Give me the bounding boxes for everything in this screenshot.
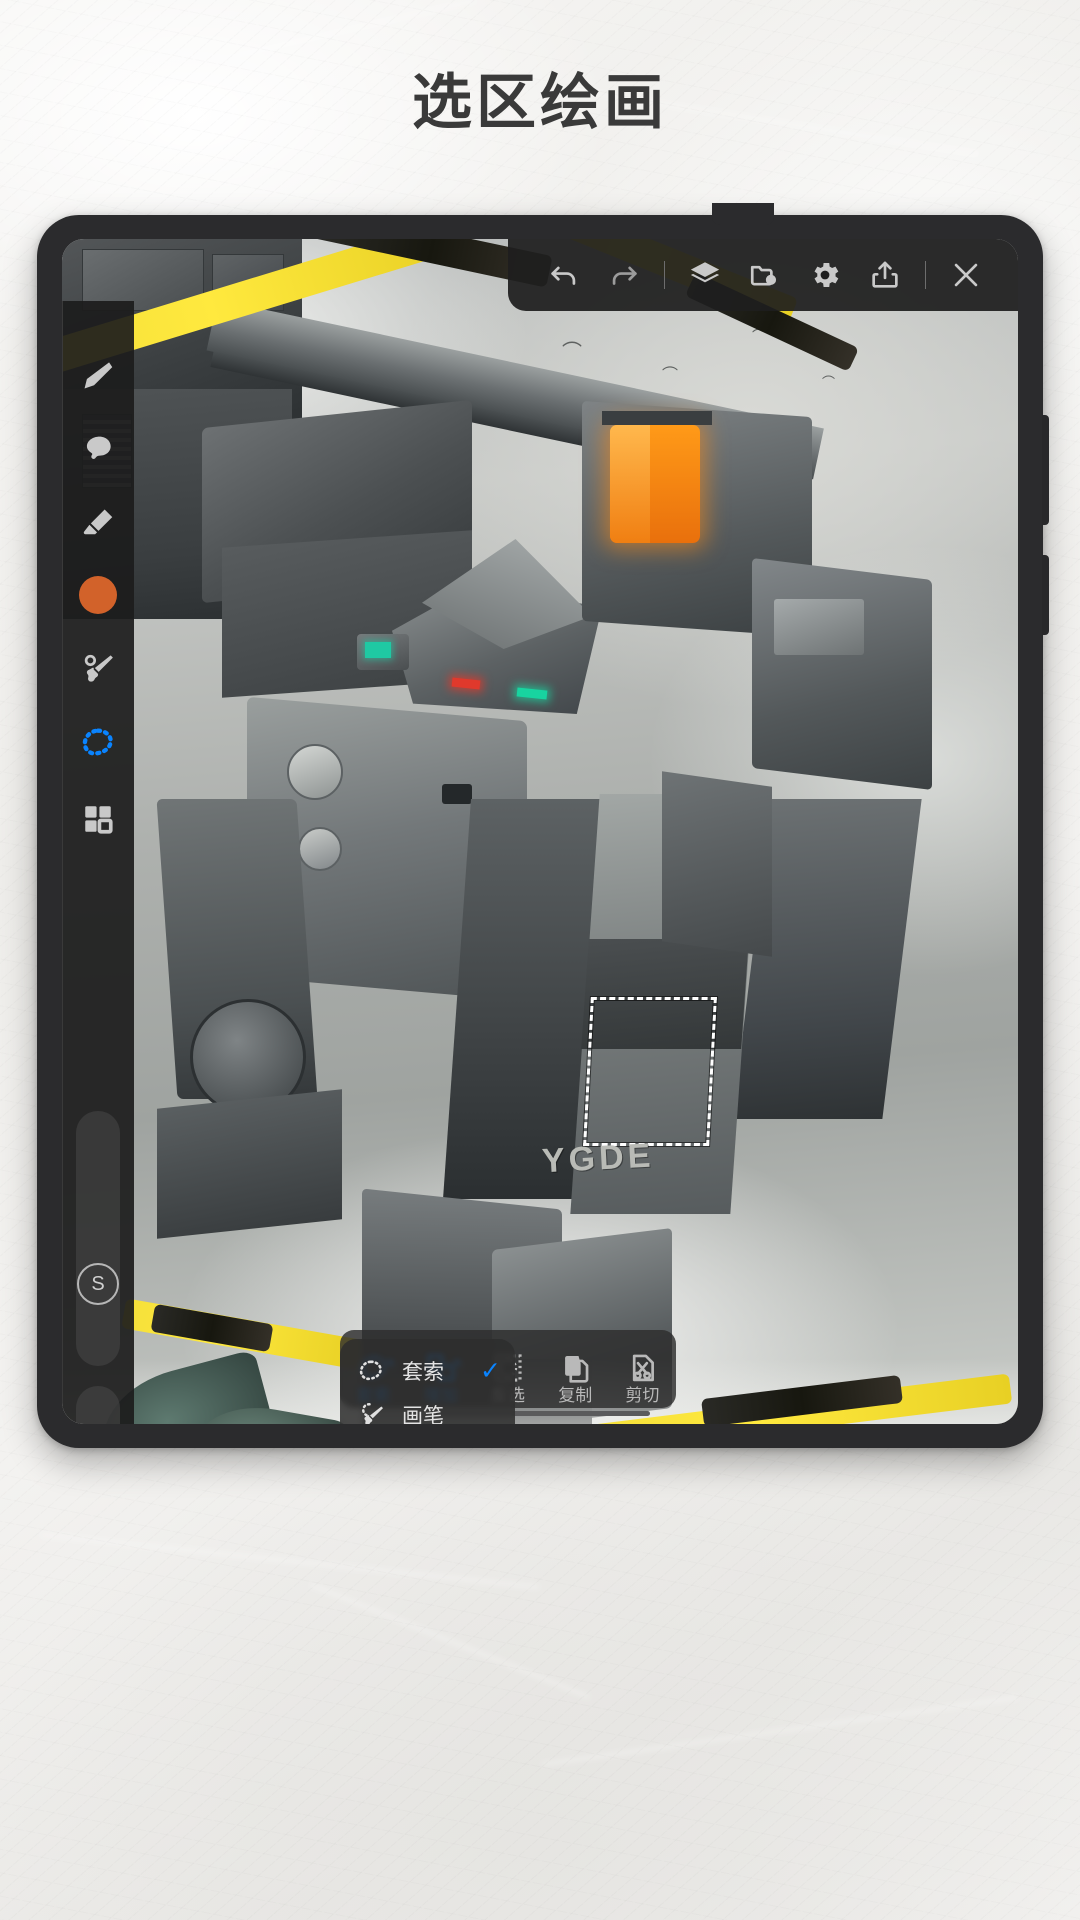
- menu-item-label: 画笔: [402, 1405, 444, 1424]
- eraser-tool[interactable]: [72, 497, 124, 549]
- share-icon: [872, 261, 898, 288]
- scissors-cut-icon: [633, 1354, 655, 1381]
- lasso-dotted-icon: [354, 1356, 388, 1386]
- color-circle-icon: [79, 576, 117, 614]
- bottom-item-copy[interactable]: 复制: [542, 1330, 609, 1416]
- selection-marquee[interactable]: [583, 997, 717, 1146]
- power-button[interactable]: [1042, 555, 1049, 635]
- size-slider-handle[interactable]: S: [77, 1263, 119, 1305]
- undo-icon: [551, 266, 576, 285]
- close-button[interactable]: [936, 245, 996, 305]
- grid-tool[interactable]: [72, 793, 124, 845]
- layers-icon: [690, 262, 720, 283]
- close-icon: [954, 263, 978, 287]
- brush-fx-tool[interactable]: [72, 643, 124, 695]
- top-toolbar: [508, 239, 1018, 311]
- rail-divider: [62, 301, 63, 1424]
- mech-illustration: ︵ ︵ ︵ ︵: [62, 239, 1018, 1424]
- bottom-item-label: 复制: [558, 1385, 593, 1405]
- pen-nib-icon: [84, 362, 113, 389]
- bottom-item-cut[interactable]: 剪切: [609, 1330, 676, 1416]
- brush-dotted-icon: [354, 1400, 388, 1424]
- redo-icon: [612, 266, 637, 285]
- smudge-tool[interactable]: [72, 423, 124, 475]
- menu-check-icon: ✓: [480, 1357, 501, 1385]
- eraser-icon: [83, 509, 113, 535]
- toolbar-divider-1: [664, 261, 665, 289]
- bottom-item-label: 剪切: [625, 1385, 660, 1405]
- artwork-decal-text: YGDE: [541, 1136, 656, 1181]
- grid-squares-icon: [85, 806, 113, 834]
- size-slider[interactable]: S: [76, 1111, 120, 1366]
- opacity-slider[interactable]: 0: [76, 1386, 120, 1424]
- lasso-icon: [82, 728, 113, 756]
- redo-button[interactable]: [594, 245, 654, 305]
- folder-image-icon: [750, 265, 777, 286]
- smudge-icon: [86, 436, 111, 459]
- brush-effect-icon: [84, 654, 113, 682]
- copy-icon: [565, 1355, 589, 1383]
- tool-rail: S 0: [62, 301, 134, 1424]
- selection-shape-menu[interactable]: 套索 ✓ 画笔 矩形: [340, 1339, 515, 1424]
- menu-item-label: 套索: [402, 1361, 444, 1384]
- share-button[interactable]: [855, 245, 915, 305]
- camera-notch: [712, 203, 774, 225]
- screen: ︵ ︵ ︵ ︵: [62, 239, 1018, 1424]
- menu-item-brush[interactable]: 画笔: [340, 1393, 515, 1424]
- pen-tool[interactable]: [72, 349, 124, 401]
- artwork-canvas[interactable]: ︵ ︵ ︵ ︵: [62, 239, 1018, 1424]
- selection-tool[interactable]: [72, 717, 124, 769]
- gallery-button[interactable]: [735, 245, 795, 305]
- gear-icon: [814, 262, 839, 288]
- color-swatch-button[interactable]: [72, 569, 124, 621]
- undo-button[interactable]: [534, 245, 594, 305]
- page-title: 选区绘画: [412, 69, 668, 136]
- volume-button[interactable]: [1042, 415, 1049, 525]
- settings-button[interactable]: [795, 245, 855, 305]
- menu-item-lasso[interactable]: 套索 ✓: [340, 1349, 515, 1393]
- tablet-device: ︵ ︵ ︵ ︵: [37, 203, 1049, 1448]
- toolbar-divider-2: [925, 261, 926, 289]
- layers-button[interactable]: [675, 245, 735, 305]
